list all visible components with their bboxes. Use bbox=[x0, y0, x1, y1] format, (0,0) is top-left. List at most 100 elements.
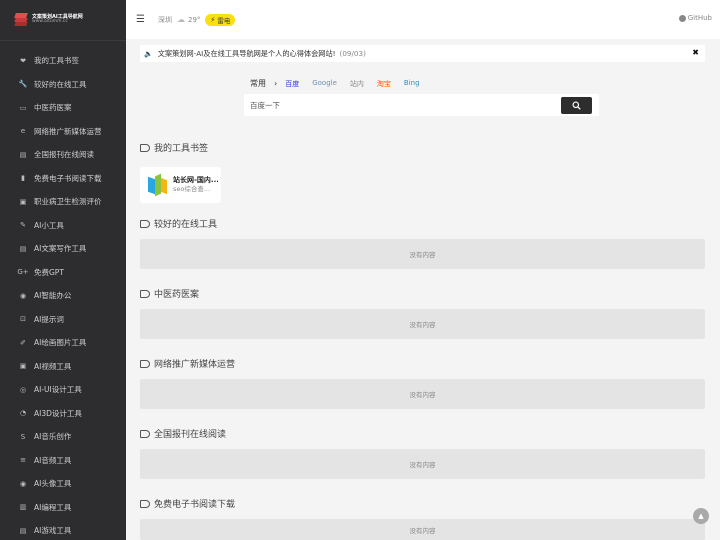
empty-placeholder: 没有内容 bbox=[140, 379, 705, 409]
tag-icon bbox=[140, 289, 150, 298]
sidebar-item-label: 中医药医案 bbox=[34, 103, 72, 113]
sidebar-nav: ❤ 我的工具书签 🔧 较好的在线工具 ▭ 中医药医案 e 网络推广新媒体运营 ▤ 全国报刊在线阅读… bbox=[0, 49, 126, 540]
sidebar-item[interactable]: S AI音乐创作 bbox=[0, 425, 126, 449]
chevron-up-icon: ▲ bbox=[698, 512, 704, 520]
avatar-icon: ◉ bbox=[19, 479, 27, 488]
sidebar-item[interactable]: ⊡ AI提示词 bbox=[0, 308, 126, 332]
search-engine-tab[interactable]: 站内 bbox=[350, 79, 364, 89]
empty-placeholder: 没有内容 bbox=[140, 239, 705, 269]
sidebar-item-label: 职业病卫生检测评价 bbox=[34, 197, 102, 207]
logo-url: www.aitumm.cc bbox=[32, 19, 68, 25]
sidebar-item[interactable]: ◉ AI头像工具 bbox=[0, 472, 126, 496]
document-icon: ▤ bbox=[19, 244, 27, 253]
empty-placeholder: 没有内容 bbox=[140, 519, 705, 540]
audio-icon: ≡ bbox=[20, 456, 26, 465]
game-icon: ▤ bbox=[19, 526, 27, 535]
section-title-ebooks: 免费电子书阅读下载 bbox=[140, 497, 235, 510]
sidebar-item-label: AI3D设计工具 bbox=[34, 408, 82, 418]
globe-icon: ◎ bbox=[19, 385, 27, 394]
edge-icon: e bbox=[20, 127, 26, 136]
section-title-newspapers: 全国报刊在线阅读 bbox=[140, 427, 226, 440]
sidebar-item-label: 网络推广新媒体运营 bbox=[34, 126, 102, 136]
sidebar-item[interactable]: ▣ 职业病卫生检测评价 bbox=[0, 190, 126, 214]
chinaz-logo-icon bbox=[148, 173, 168, 197]
speaker-icon: 🔈 bbox=[144, 49, 153, 58]
heart-icon: ❤ bbox=[20, 56, 26, 65]
bookmark-title: 站长网-国内... bbox=[173, 175, 218, 184]
sidebar-item[interactable]: G+ 免费GPT bbox=[0, 261, 126, 285]
search-engine-tab[interactable]: Bing bbox=[404, 79, 420, 89]
search-input[interactable] bbox=[250, 100, 550, 110]
sidebar-item[interactable]: e 网络推广新媒体运营 bbox=[0, 120, 126, 144]
weather-temp: 29° bbox=[188, 15, 201, 24]
empty-placeholder: 没有内容 bbox=[140, 449, 705, 479]
code-icon: ▥ bbox=[19, 503, 27, 512]
sidebar-item[interactable]: ≡ AI音频工具 bbox=[0, 449, 126, 473]
announcement-date: (09/03) bbox=[339, 49, 366, 58]
newspaper-icon: ▤ bbox=[19, 150, 27, 159]
section-title-online-tools: 较好的在线工具 bbox=[140, 217, 217, 230]
back-to-top-button[interactable]: ▲ bbox=[693, 508, 709, 524]
close-icon[interactable]: ✖ bbox=[692, 48, 699, 57]
sidebar-item[interactable]: ✎ AI小工具 bbox=[0, 214, 126, 238]
search-engine-tab[interactable]: Google bbox=[312, 79, 337, 89]
sidebar-item-label: 免费电子书阅读下载 bbox=[34, 173, 102, 183]
tool-icon: ✎ bbox=[20, 221, 26, 230]
search-engine-tab[interactable]: 淘宝 bbox=[377, 79, 391, 89]
sidebar-item[interactable]: ▭ 中医药医案 bbox=[0, 96, 126, 120]
sidebar-item-label: 我的工具书签 bbox=[34, 56, 79, 66]
sidebar-item-label: AI编程工具 bbox=[34, 502, 72, 512]
weather-widget[interactable]: 深圳 ☁ 29° ⚡ 雷电 bbox=[158, 13, 236, 26]
github-icon bbox=[678, 14, 686, 22]
tag-icon bbox=[140, 143, 150, 152]
search-engine-tab[interactable]: 百度 bbox=[285, 79, 299, 89]
sidebar-item[interactable]: ▥ AI编程工具 bbox=[0, 496, 126, 520]
sidebar-item-label: 免费GPT bbox=[34, 267, 64, 277]
sidebar-item-label: AI绘画图片工具 bbox=[34, 338, 87, 348]
sidebar-item[interactable]: ▤ 全国报刊在线阅读 bbox=[0, 143, 126, 167]
sidebar-item[interactable]: ▣ AI视频工具 bbox=[0, 355, 126, 379]
section-title-text: 我的工具书签 bbox=[154, 144, 209, 154]
bookmark-card[interactable]: 站长网-国内... seo综合查... bbox=[140, 167, 221, 203]
chevron-right-icon: › bbox=[274, 79, 278, 88]
prompt-icon: ⊡ bbox=[20, 315, 26, 324]
sidebar-item[interactable]: ▤ AI游戏工具 bbox=[0, 519, 126, 540]
sidebar-divider bbox=[0, 40, 126, 41]
sidebar-item[interactable]: ❤ 我的工具书签 bbox=[0, 49, 126, 73]
dollar-icon: S bbox=[20, 432, 26, 441]
sidebar-item[interactable]: ▮ 免费电子书阅读下载 bbox=[0, 167, 126, 191]
pie-icon: ◔ bbox=[19, 409, 27, 418]
search-icon bbox=[572, 101, 581, 110]
sidebar-item-label: 较好的在线工具 bbox=[34, 79, 87, 89]
section-title-marketing: 网络推广新媒体运营 bbox=[140, 357, 235, 370]
search-bar bbox=[244, 94, 599, 116]
announcement-text[interactable]: 文案策划网-AI及在线工具导航网是个人的心得体会网站! bbox=[158, 49, 336, 59]
sidebar-item[interactable]: ▤ AI文案写作工具 bbox=[0, 237, 126, 261]
section-title-tcm: 中医药医案 bbox=[140, 287, 199, 300]
weather-alert-badge[interactable]: ⚡ 雷电 bbox=[205, 13, 236, 26]
sidebar-item-label: AI头像工具 bbox=[34, 479, 72, 489]
sidebar-item[interactable]: ◉ AI智能办公 bbox=[0, 284, 126, 308]
search-button[interactable] bbox=[561, 97, 592, 114]
clipboard-icon: ▣ bbox=[19, 197, 27, 206]
search-engine-tabs: 常用 › 百度 Google 站内 淘宝 Bing bbox=[244, 75, 604, 92]
section-title-text: 中医药医案 bbox=[154, 290, 200, 300]
menu-toggle-icon[interactable]: ☰ bbox=[136, 14, 148, 25]
sidebar-item-label: AI提示词 bbox=[34, 314, 64, 324]
tag-icon bbox=[140, 499, 150, 508]
search-category[interactable]: 常用 bbox=[250, 78, 266, 89]
weather-city: 深圳 bbox=[158, 15, 172, 24]
sidebar-item[interactable]: ✐ AI绘画图片工具 bbox=[0, 331, 126, 355]
sidebar-item[interactable]: ◎ AI-UI设计工具 bbox=[0, 378, 126, 402]
tag-icon bbox=[140, 359, 150, 368]
sidebar-item[interactable]: ◔ AI3D设计工具 bbox=[0, 402, 126, 426]
github-link[interactable]: GitHub bbox=[678, 14, 712, 22]
github-label: GitHub bbox=[687, 14, 712, 22]
sidebar-item-label: AI小工具 bbox=[34, 220, 64, 230]
section-title-bookmarks: 我的工具书签 bbox=[140, 141, 208, 154]
sidebar-item-label: AI音频工具 bbox=[34, 455, 72, 465]
video-icon: ▣ bbox=[19, 362, 27, 371]
sidebar-item[interactable]: 🔧 较好的在线工具 bbox=[0, 73, 126, 97]
site-logo[interactable]: 文案策划AI工具导航网 www.aitumm.cc bbox=[0, 0, 126, 40]
section-title-text: 较好的在线工具 bbox=[154, 220, 218, 230]
